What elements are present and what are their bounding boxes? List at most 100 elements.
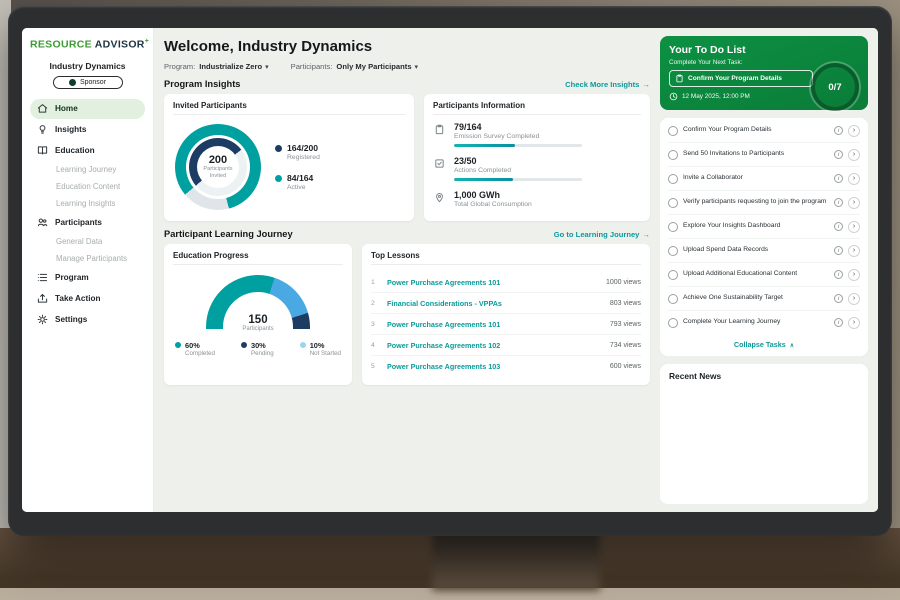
task-label: Upload Additional Educational Content [683,270,829,279]
sidebar-item-label: Settings [55,315,87,324]
list-icon [37,272,48,283]
arrow-right-icon [642,80,650,89]
chevron-right-icon[interactable] [848,317,860,329]
gauge-center-value: 150 [206,314,310,326]
sidebar-item-manage-participants[interactable]: Manage Participants [30,251,145,267]
todo-progress-value: 0/7 [828,82,841,93]
task-checkbox-icon[interactable] [668,318,678,328]
info-icon [834,246,843,255]
lesson-title-link[interactable]: Financial Considerations - VPPAs [387,299,602,308]
legend-label: Not Started [310,350,341,357]
task-row-complete-learning-journey[interactable]: Complete Your Learning Journey [668,311,860,334]
chevron-right-icon[interactable] [848,269,860,281]
program-insights-cards: Invited Participants 200 Participants In… [164,94,650,221]
sidebar-item-take-action[interactable]: Take Action [30,289,145,309]
task-row-send-invitations[interactable]: Send 50 Invitations to Participants [668,143,860,167]
task-row-achieve-sustainability-target[interactable]: Achieve One Sustainability Target [668,287,860,311]
go-to-learning-journey-link[interactable]: Go to Learning Journey [554,230,650,239]
task-checkbox-icon[interactable] [668,294,678,304]
lesson-rank: 5 [371,363,379,370]
sidebar-item-education[interactable]: Education [30,141,145,161]
chevron-right-icon[interactable] [848,245,860,257]
task-row-verify-participants[interactable]: Verify participants requesting to join t… [668,191,860,215]
stat-value: 23/50 [454,156,582,166]
page-title: Welcome, Industry Dynamics [164,38,650,55]
not-started-dot-icon [300,342,306,348]
legend-item-not-started: 10% Not Started [300,341,341,357]
chevron-right-icon[interactable] [848,221,860,233]
task-row-confirm-program[interactable]: Confirm Your Program Details [668,119,860,143]
chevron-right-icon[interactable] [848,149,860,161]
sidebar-item-insights[interactable]: Insights [30,120,145,140]
invited-donut-chart: 200 Participants Invited [175,124,261,210]
lesson-title-link[interactable]: Power Purchase Agreements 102 [387,341,602,350]
program-filter-dropdown[interactable]: Program: Industrialize Zero [164,62,269,71]
check-more-insights-link[interactable]: Check More Insights [565,80,650,89]
task-label: Upload Spend Data Records [683,246,829,255]
collapse-tasks-link[interactable]: Collapse Tasks [668,334,860,355]
completed-dot-icon [175,342,181,348]
sidebar-item-label: Learning Insights [56,199,115,208]
lesson-title-link[interactable]: Power Purchase Agreements 101 [387,278,598,287]
lesson-title-link[interactable]: Power Purchase Agreements 101 [387,320,602,329]
card-title: Top Lessons [371,251,641,265]
sidebar-item-learning-journey[interactable]: Learning Journey [30,162,145,178]
clipboard-icon [675,74,684,83]
stat-label: Emission Survey Completed [454,133,582,140]
sidebar-item-home[interactable]: Home [30,99,145,119]
next-task-pill[interactable]: Confirm Your Program Details [669,70,813,87]
sidebar-item-settings[interactable]: Settings [30,310,145,330]
stat-global-consumption: 1,000 GWh Total Global Consumption [433,190,641,212]
stat-value: 1,000 GWh [454,190,532,200]
lesson-rank: 3 [371,321,379,328]
lesson-views: 734 views [610,342,641,349]
sidebar-item-general-data[interactable]: General Data [30,234,145,250]
participants-filter-value: Only My Participants [336,62,411,71]
lesson-title-link[interactable]: Power Purchase Agreements 103 [387,362,602,371]
todo-title: Your To Do List [669,44,859,56]
sidebar-item-label: Take Action [55,294,101,303]
legend-value: 30% [251,341,274,350]
task-row-invite-collaborator[interactable]: Invite a Collaborator [668,167,860,191]
recent-news-title: Recent News [669,371,721,381]
chevron-right-icon[interactable] [848,125,860,137]
sidebar-item-education-content[interactable]: Education Content [30,179,145,195]
book-icon [37,145,48,156]
task-checkbox-icon[interactable] [668,222,678,232]
chevron-right-icon[interactable] [848,173,860,185]
sidebar-item-program[interactable]: Program [30,268,145,288]
task-checkbox-icon[interactable] [668,150,678,160]
task-row-explore-insights[interactable]: Explore Your Insights Dashboard [668,215,860,239]
sidebar-item-learning-insights[interactable]: Learning Insights [30,196,145,212]
task-checkbox-icon[interactable] [668,174,678,184]
sponsor-badge[interactable]: Sponsor [53,76,123,89]
task-row-upload-spend-data[interactable]: Upload Spend Data Records [668,239,860,263]
emission-progress-bar [454,144,582,147]
task-checkbox-icon[interactable] [668,270,678,280]
lesson-rank: 1 [371,279,379,286]
lesson-row: 2 Financial Considerations - VPPAs 803 v… [371,293,641,314]
lesson-rank: 2 [371,300,379,307]
task-checkbox-icon[interactable] [668,126,678,136]
chevron-right-icon[interactable] [848,197,860,209]
chevron-down-icon [415,63,419,71]
sponsor-badge-label: Sponsor [80,79,106,86]
chevron-right-icon[interactable] [848,293,860,305]
todo-task-list: Confirm Your Program Details Send 50 Inv… [660,118,868,356]
lesson-row: 5 Power Purchase Agreements 103 600 view… [371,356,641,376]
legend-value: 84/164 [287,173,313,183]
info-icon [834,126,843,135]
task-row-upload-educational-content[interactable]: Upload Additional Educational Content [668,263,860,287]
task-label: Explore Your Insights Dashboard [683,222,829,231]
stat-label: Actions Completed [454,167,582,174]
task-label: Verify participants requesting to join t… [683,198,829,207]
sidebar-item-participants[interactable]: Participants [30,213,145,233]
task-checkbox-icon[interactable] [668,246,678,256]
task-checkbox-icon[interactable] [668,198,678,208]
gauge-legend: 60% Completed 30% Pending [173,341,343,357]
lesson-row: 4 Power Purchase Agreements 102 734 view… [371,335,641,356]
sidebar-item-label: Learning Journey [56,165,116,174]
task-label: Achieve One Sustainability Target [683,294,829,303]
sidebar-item-label: Education [55,146,95,155]
participants-filter-dropdown[interactable]: Participants: Only My Participants [291,62,418,71]
